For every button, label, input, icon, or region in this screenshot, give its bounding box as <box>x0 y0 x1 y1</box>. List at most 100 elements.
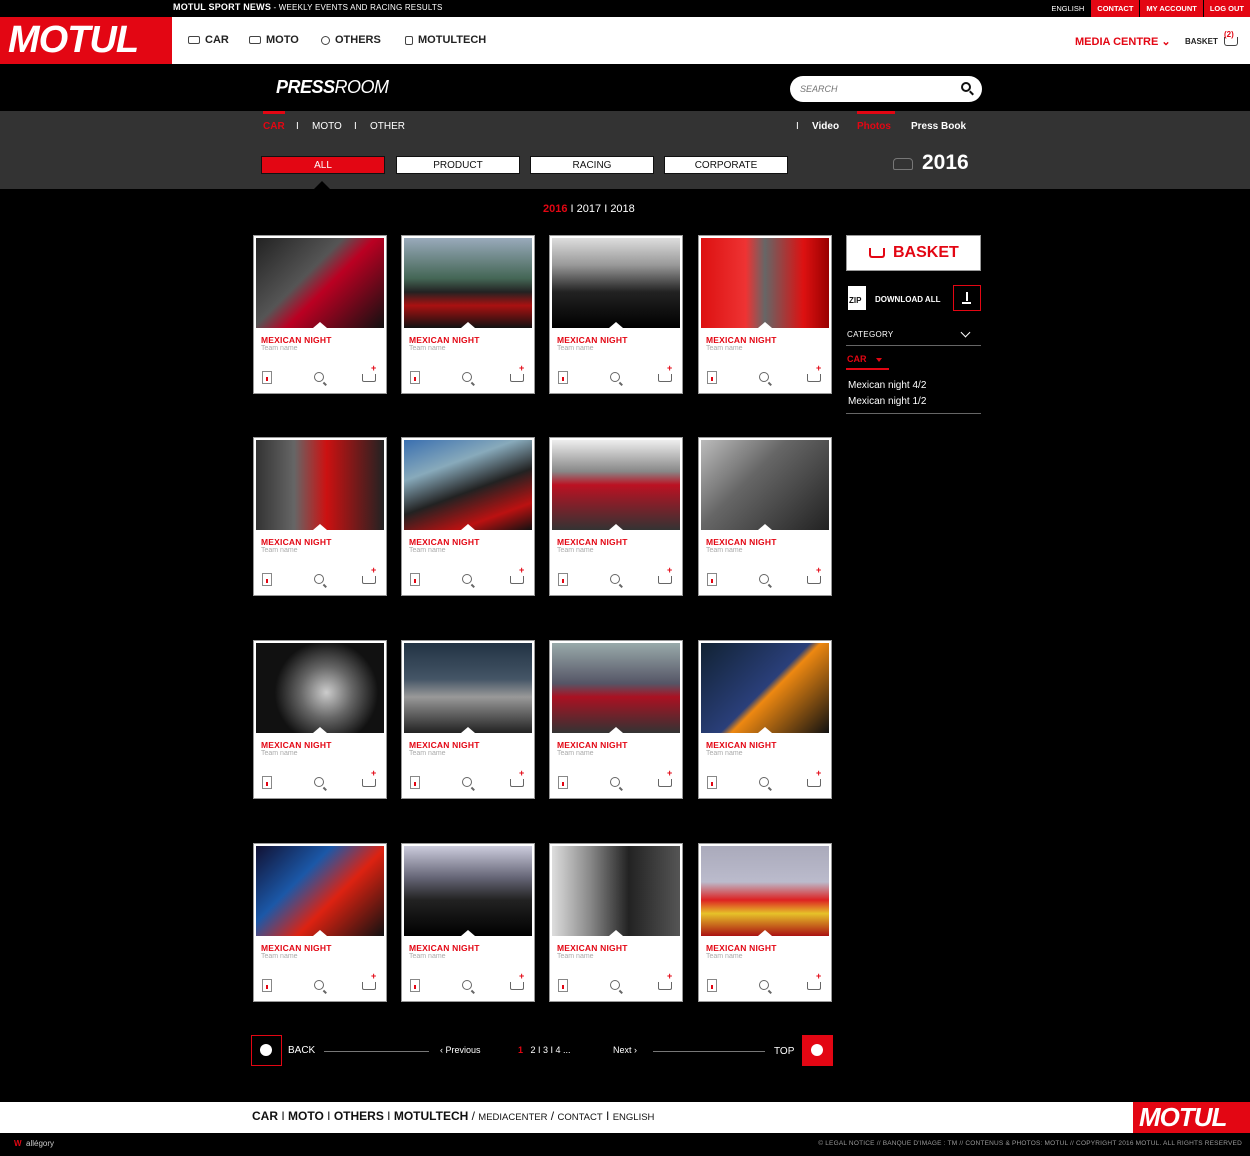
year-2018[interactable]: 2018 <box>610 203 634 215</box>
footer-link-english[interactable]: ENGLISH <box>613 1112 655 1123</box>
my-account-link[interactable]: MY ACCOUNT <box>1139 0 1203 17</box>
zoom-icon[interactable] <box>610 777 620 787</box>
photo-card[interactable]: MEXICAN NIGHT Team name <box>549 843 683 1002</box>
zoom-icon[interactable] <box>759 980 769 990</box>
add-to-cart-icon[interactable] <box>362 768 376 787</box>
photo-card[interactable]: MEXICAN NIGHT Team name <box>549 235 683 394</box>
photo-thumbnail[interactable] <box>256 846 384 936</box>
filter-all[interactable]: ALL <box>261 156 385 174</box>
document-icon[interactable] <box>558 979 568 992</box>
tab-photos[interactable]: Photos <box>857 111 895 132</box>
photo-card[interactable]: MEXICAN NIGHT Team name <box>698 235 832 394</box>
document-icon[interactable] <box>707 979 717 992</box>
photo-thumbnail[interactable] <box>404 846 532 936</box>
photo-card[interactable]: MEXICAN NIGHT Team name <box>253 843 387 1002</box>
footer-link-others[interactable]: OTHERS <box>334 1109 384 1123</box>
photo-card[interactable]: MEXICAN NIGHT Team name <box>401 640 535 799</box>
filter-product[interactable]: PRODUCT <box>396 156 520 174</box>
add-to-cart-icon[interactable] <box>658 768 672 787</box>
download-all-label[interactable]: DOWNLOAD ALL <box>875 295 940 304</box>
photo-thumbnail[interactable] <box>404 643 532 733</box>
add-to-cart-icon[interactable] <box>362 565 376 584</box>
subtab-other[interactable]: OTHER <box>370 121 405 132</box>
search-input[interactable] <box>800 81 950 97</box>
zoom-icon[interactable] <box>610 372 620 382</box>
subtab-moto[interactable]: MOTO <box>312 121 342 132</box>
chevron-down-icon[interactable] <box>960 327 971 338</box>
document-icon[interactable] <box>558 776 568 789</box>
add-to-cart-icon[interactable] <box>658 363 672 382</box>
add-to-cart-icon[interactable] <box>807 565 821 584</box>
document-icon[interactable] <box>707 776 717 789</box>
contact-link[interactable]: CONTACT <box>1090 0 1140 17</box>
nav-others[interactable]: OTHERS <box>321 34 381 46</box>
category-item[interactable]: Mexican night 4/2 <box>848 380 926 391</box>
search-icon[interactable] <box>961 82 971 92</box>
download-icon[interactable] <box>953 285 981 311</box>
tab-video[interactable]: Video <box>812 121 839 132</box>
basket-top-link[interactable]: BASKET <box>1185 37 1218 46</box>
photo-card[interactable]: MEXICAN NIGHT Team name <box>253 235 387 394</box>
document-icon[interactable] <box>707 371 717 384</box>
photo-card[interactable]: MEXICAN NIGHT Team name <box>698 437 832 596</box>
back-button[interactable] <box>251 1035 282 1066</box>
nav-car[interactable]: CAR <box>188 34 229 46</box>
top-label[interactable]: TOP <box>774 1046 794 1057</box>
footer-link-car[interactable]: CAR <box>252 1109 278 1123</box>
document-icon[interactable] <box>410 776 420 789</box>
photo-thumbnail[interactable] <box>256 643 384 733</box>
photo-thumbnail[interactable] <box>701 643 829 733</box>
add-to-cart-icon[interactable] <box>362 363 376 382</box>
previous-link[interactable]: ‹ Previous <box>440 1045 481 1055</box>
document-icon[interactable] <box>262 573 272 586</box>
photo-thumbnail[interactable] <box>552 238 680 328</box>
photo-thumbnail[interactable] <box>552 846 680 936</box>
document-icon[interactable] <box>410 979 420 992</box>
category-item[interactable]: Mexican night 1/2 <box>848 396 926 407</box>
page-current[interactable]: 1 <box>518 1045 523 1055</box>
zoom-icon[interactable] <box>314 372 324 382</box>
footer-link-mediacenter[interactable]: MEDIACENTER <box>478 1112 547 1123</box>
basket-button[interactable]: BASKET <box>846 235 981 271</box>
photo-thumbnail[interactable] <box>552 643 680 733</box>
logout-link[interactable]: LOG OUT <box>1202 0 1250 17</box>
document-icon[interactable] <box>262 979 272 992</box>
add-to-cart-icon[interactable] <box>807 971 821 990</box>
document-icon[interactable] <box>707 573 717 586</box>
zoom-icon[interactable] <box>314 777 324 787</box>
language-link[interactable]: ENGLISH <box>1044 0 1091 17</box>
zoom-icon[interactable] <box>610 980 620 990</box>
zoom-icon[interactable] <box>759 574 769 584</box>
photo-card[interactable]: MEXICAN NIGHT Team name <box>698 640 832 799</box>
tab-press-book[interactable]: Press Book <box>911 121 966 132</box>
media-centre-menu[interactable]: MEDIA CENTRE ⌄ <box>1075 35 1171 48</box>
document-icon[interactable] <box>410 573 420 586</box>
zoom-icon[interactable] <box>314 980 324 990</box>
photo-thumbnail[interactable] <box>404 238 532 328</box>
zoom-icon[interactable] <box>314 574 324 584</box>
footer-link-contact[interactable]: CONTACT <box>557 1112 602 1123</box>
add-to-cart-icon[interactable] <box>658 971 672 990</box>
add-to-cart-icon[interactable] <box>807 363 821 382</box>
document-icon[interactable] <box>262 371 272 384</box>
zoom-icon[interactable] <box>610 574 620 584</box>
year-2017[interactable]: 2017 <box>577 203 601 215</box>
filter-corporate[interactable]: CORPORATE <box>664 156 788 174</box>
year-2016[interactable]: 2016 <box>543 203 567 215</box>
footer-link-motultech[interactable]: MOTULTECH <box>394 1109 468 1123</box>
footer-link-moto[interactable]: MOTO <box>288 1109 324 1123</box>
photo-thumbnail[interactable] <box>701 846 829 936</box>
footer-logo[interactable]: MOTUL <box>1133 1102 1250 1133</box>
agency-credit[interactable]: W allégory <box>14 1139 54 1148</box>
cart-icon[interactable] <box>1224 37 1238 46</box>
motul-logo[interactable]: MOTUL <box>0 17 172 64</box>
photo-card[interactable]: MEXICAN NIGHT Team name <box>549 437 683 596</box>
back-label[interactable]: BACK <box>288 1045 315 1056</box>
filter-racing[interactable]: RACING <box>530 156 654 174</box>
add-to-cart-icon[interactable] <box>362 971 376 990</box>
add-to-cart-icon[interactable] <box>658 565 672 584</box>
add-to-cart-icon[interactable] <box>807 768 821 787</box>
document-icon[interactable] <box>262 776 272 789</box>
zoom-icon[interactable] <box>462 574 472 584</box>
next-link[interactable]: Next › <box>613 1045 637 1055</box>
